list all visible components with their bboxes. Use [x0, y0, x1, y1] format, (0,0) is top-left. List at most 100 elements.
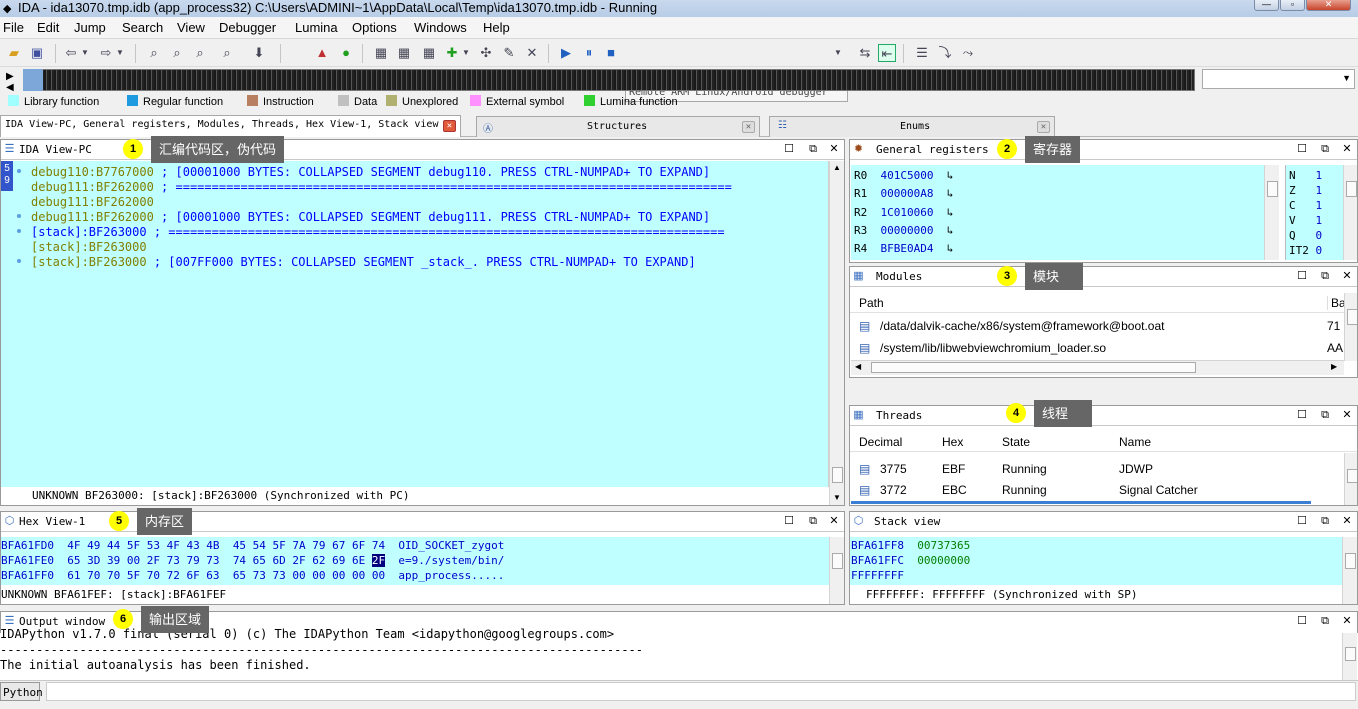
restore-icon[interactable]: ⧉ — [1318, 142, 1332, 156]
stack-list[interactable]: BFA61FF8 00737365 BFA61FFC 00000000 FFFF… — [850, 537, 1342, 585]
flags-scrollbar[interactable] — [1343, 165, 1357, 260]
flag-row[interactable]: Z 1 — [1289, 183, 1322, 198]
module-row[interactable]: ▤ /data/dalvik-cache/x86/system@framewor… — [850, 316, 1357, 337]
close-icon[interactable]: ✕ — [1340, 269, 1354, 283]
back-dropdown-icon[interactable]: ▼ — [80, 44, 90, 62]
code-line[interactable]: [stack]:BF263000 ; =====================… — [31, 225, 725, 240]
play-icon[interactable]: ▶ — [557, 44, 575, 62]
stack-line[interactable]: FFFFFFFF — [851, 568, 904, 583]
register-row[interactable]: R4 BFBE0AD4 ↳ — [854, 241, 953, 256]
jump-arrow-icon[interactable]: ↳ — [947, 206, 954, 219]
close-icon[interactable]: ✕ — [742, 121, 755, 133]
float-icon[interactable]: ☐ — [782, 142, 796, 156]
close-icon[interactable]: ✕ — [1340, 142, 1354, 156]
menu-jump[interactable]: Jump — [74, 20, 106, 35]
close-icon[interactable]: ✕ — [1340, 514, 1354, 528]
struct-icon[interactable]: ▦ — [395, 44, 413, 62]
forward-dropdown-icon[interactable]: ▼ — [115, 44, 125, 62]
run-script-icon[interactable]: ● — [337, 44, 355, 62]
column-header-decimal[interactable]: Decimal — [859, 435, 902, 449]
menu-options[interactable]: Options — [352, 20, 397, 35]
navigation-select[interactable]: ▼ — [1202, 69, 1355, 89]
restore-icon[interactable]: ⧉ — [1318, 514, 1332, 528]
jump-arrow-icon[interactable]: ↳ — [947, 169, 954, 182]
restore-icon[interactable]: ⧉ — [1318, 269, 1332, 283]
close-window-button[interactable]: ✕ — [1306, 0, 1351, 11]
hex-dump[interactable]: BFA61FD0 4F 49 44 5F 53 4F 43 4B 45 54 5… — [1, 537, 829, 585]
add-icon[interactable]: ✚ — [443, 44, 461, 62]
step-over-icon[interactable]: ⤳ — [959, 44, 977, 62]
save-icon[interactable]: ▣ — [28, 44, 46, 62]
tab-structures[interactable]: Ⓐ Structures ✕ — [476, 116, 760, 137]
segment-icon[interactable]: ▦ — [372, 44, 390, 62]
float-icon[interactable]: ☐ — [1295, 614, 1309, 628]
python-button[interactable]: Python — [0, 682, 43, 701]
hex-scrollbar[interactable] — [829, 537, 844, 604]
jump-arrow-icon[interactable]: ↳ — [947, 242, 954, 255]
thread-row[interactable]: ▤ 3772 EBC Running Signal Catcher — [850, 480, 1357, 501]
column-header-hex[interactable]: Hex — [942, 435, 963, 449]
thread-row[interactable]: ▤ 3775 EBF Running JDWP — [850, 459, 1357, 480]
scroll-thumb[interactable] — [871, 362, 1196, 373]
forward-icon[interactable]: ⇨ — [97, 44, 115, 62]
graph-icon[interactable]: ▲ — [313, 44, 331, 62]
menu-help[interactable]: Help — [483, 20, 510, 35]
float-icon[interactable]: ☐ — [1295, 514, 1309, 528]
column-header-base[interactable]: Ba — [1327, 296, 1346, 310]
code-line[interactable]: debug111:BF262000 ; ====================… — [31, 180, 732, 195]
column-header-state[interactable]: State — [1002, 435, 1030, 449]
hex-line[interactable]: BFA61FF0 61 70 70 5F 70 72 6F 63 65 73 7… — [1, 568, 504, 583]
code-line[interactable]: [stack]:BF263000 — [31, 240, 147, 255]
debugger-dropdown-icon[interactable]: ▼ — [832, 44, 844, 62]
flag-row[interactable]: Q 0 — [1289, 228, 1322, 243]
scroll-left-icon[interactable]: ◀ — [855, 362, 861, 371]
search-binary-icon[interactable]: ⌕ — [145, 44, 163, 62]
search-immediate-icon[interactable]: ⌕ — [191, 44, 209, 62]
stack-scrollbar[interactable] — [1342, 537, 1357, 604]
edit-icon[interactable]: ✎ — [500, 44, 518, 62]
minimize-button[interactable]: — — [1254, 0, 1279, 11]
scroll-down-icon[interactable]: ▼ — [833, 493, 841, 502]
menu-search[interactable]: Search — [122, 20, 163, 35]
close-icon[interactable]: ✕ — [1340, 614, 1354, 628]
enum-icon[interactable]: ▦ — [420, 44, 438, 62]
download-icon[interactable]: ⬇ — [250, 44, 268, 62]
open-icon[interactable]: ▰ — [5, 44, 23, 62]
menu-view[interactable]: View — [177, 20, 205, 35]
modules-h-scrollbar[interactable]: ◀ ▶ — [851, 360, 1344, 375]
search-text-icon[interactable]: ⌕ — [168, 44, 186, 62]
float-icon[interactable]: ☐ — [1295, 142, 1309, 156]
menu-debugger[interactable]: Debugger — [219, 20, 276, 35]
detach-icon[interactable]: ⇤ — [878, 44, 896, 62]
tab-enums[interactable]: ☷ Enums ✕ — [769, 116, 1055, 137]
column-header-name[interactable]: Name — [1119, 435, 1151, 449]
close-icon[interactable]: ✕ — [1037, 121, 1050, 133]
delete-icon[interactable]: ✕ — [523, 44, 541, 62]
menu-windows[interactable]: Windows — [414, 20, 467, 35]
restore-icon[interactable]: ⧉ — [1318, 614, 1332, 628]
flags-list[interactable]: N 1 Z 1 C 1 V 1 Q 0 IT2 0 — [1285, 165, 1343, 260]
flag-row[interactable]: N 1 — [1289, 168, 1322, 183]
close-icon[interactable]: ✕ — [827, 514, 841, 528]
close-icon[interactable]: ✕ — [1340, 408, 1354, 422]
navigation-band[interactable] — [23, 69, 1195, 91]
command-input[interactable] — [46, 682, 1356, 701]
code-line[interactable]: debug111:BF262000 ; [00001000 BYTES: COL… — [31, 210, 710, 225]
output-text-area[interactable]: IDAPython v1.7.0 final (serial 0) (c) Th… — [0, 627, 1358, 680]
column-header-path[interactable]: Path — [859, 296, 884, 310]
scroll-right-icon[interactable]: ▶ — [1331, 362, 1337, 371]
jump-arrow-icon[interactable]: ↳ — [947, 187, 954, 200]
step-icon[interactable]: ⤵ — [936, 44, 954, 62]
scroll-up-icon[interactable]: ▲ — [833, 163, 841, 172]
breakpoint-icon[interactable]: ✣ — [477, 44, 495, 62]
float-icon[interactable]: ☐ — [782, 514, 796, 528]
menu-edit[interactable]: Edit — [37, 20, 59, 35]
stop-icon[interactable]: ■ — [602, 44, 620, 62]
register-row[interactable]: R1 000000A8 ↳ — [854, 186, 953, 201]
menu-lumina[interactable]: Lumina — [295, 20, 338, 35]
ida-view-scrollbar[interactable]: ▲ ▼ — [829, 161, 844, 505]
selected-byte[interactable]: 2F — [371, 554, 386, 567]
options-icon[interactable]: ☰ — [913, 44, 931, 62]
register-row[interactable]: R2 1C010060 ↳ — [854, 205, 953, 220]
scroll-thumb[interactable] — [832, 467, 843, 483]
